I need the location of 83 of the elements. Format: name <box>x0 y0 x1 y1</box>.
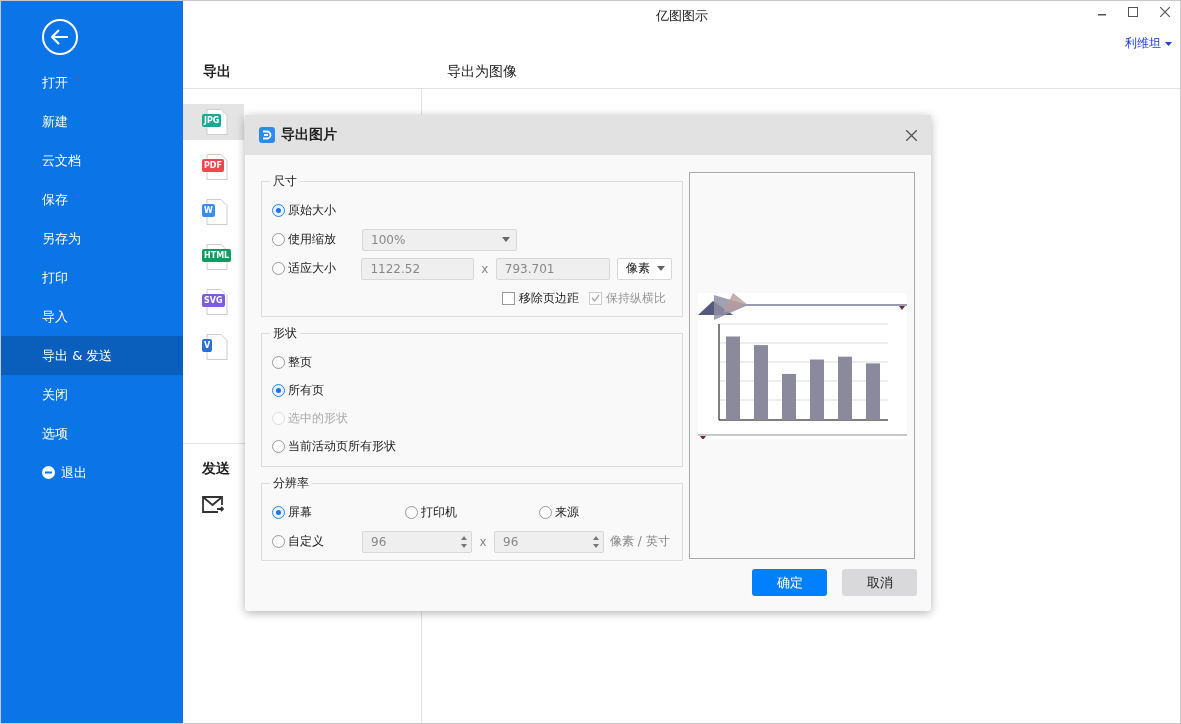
group-legend: 形状 <box>270 325 300 342</box>
radio-indicator[interactable] <box>272 506 285 519</box>
height-field[interactable]: 793.701 <box>495 257 611 280</box>
separator-text: x <box>480 261 490 276</box>
sidebar-item[interactable]: 关闭 <box>1 375 183 414</box>
radio-option[interactable]: 原始大小 <box>272 202 336 219</box>
group-legend: 尺寸 <box>270 173 300 190</box>
dpi-x-spinbox[interactable]: 96 <box>362 530 472 553</box>
format-item[interactable]: V <box>183 329 244 365</box>
dialog-title: 导出图片 <box>281 126 338 144</box>
radio-indicator[interactable] <box>272 439 285 453</box>
format-item[interactable]: PDF <box>183 149 244 185</box>
separator-text: x <box>478 534 488 549</box>
file-type-badge: SVG <box>202 294 225 307</box>
exit-icon <box>42 466 55 479</box>
radio-indicator[interactable] <box>405 506 419 519</box>
format-item[interactable]: HTML <box>183 239 244 275</box>
close-button[interactable] <box>1158 5 1172 19</box>
radio-indicator[interactable] <box>272 535 285 548</box>
width-field[interactable]: 1122.52 <box>361 257 474 280</box>
sidebar-item[interactable]: 打印 <box>1 258 183 297</box>
checkbox[interactable] <box>502 291 515 305</box>
caret-icon <box>657 266 665 271</box>
sidebar-item[interactable]: 导入 <box>1 297 183 336</box>
sidebar-item[interactable]: 退出 <box>1 453 183 492</box>
file-type-badge: JPG <box>202 114 222 127</box>
dpi-y-spinbox[interactable]: 96 <box>494 530 604 553</box>
sidebar-item[interactable]: 另存为 <box>1 219 183 258</box>
radio-indicator[interactable] <box>272 233 285 246</box>
radio-indicator[interactable] <box>272 262 285 275</box>
close-icon <box>906 129 917 141</box>
maximize-button[interactable] <box>1126 5 1140 19</box>
radio-option[interactable]: 来源 <box>538 504 672 521</box>
caret-icon <box>1165 41 1172 46</box>
confirm-button[interactable]: 确定 <box>752 569 827 596</box>
section-heading: 发送 <box>202 460 231 478</box>
sidebar-item[interactable]: 打开 <box>1 63 183 102</box>
radio-indicator[interactable] <box>538 506 552 519</box>
document-icon <box>206 334 230 360</box>
back-button[interactable] <box>42 19 78 55</box>
format-item[interactable]: W <box>183 194 244 230</box>
file-type-badge: HTML <box>202 249 232 262</box>
minimize-icon <box>1098 14 1106 16</box>
mail-send-icon[interactable] <box>202 496 224 514</box>
scale-dropdown[interactable]: 100% <box>362 228 517 251</box>
format-item[interactable]: SVG <box>183 284 244 320</box>
back-arrow-icon <box>51 29 69 45</box>
radio-indicator[interactable] <box>272 383 285 397</box>
sidebar-item[interactable]: 选项 <box>1 414 183 453</box>
radio-option[interactable]: 打印机 <box>405 504 539 521</box>
app-logo-icon <box>259 127 275 143</box>
radio-option[interactable]: 整页 <box>272 353 312 371</box>
unit-dropdown[interactable]: 像素 <box>617 257 672 280</box>
spinner-arrows-icon[interactable] <box>460 534 468 549</box>
file-type-badge: V <box>202 339 213 352</box>
window-title: 亿图图示 <box>655 7 708 25</box>
radio-option[interactable]: 所有页 <box>272 381 324 399</box>
spinner-arrows-icon[interactable] <box>592 534 600 549</box>
caret-icon <box>502 237 510 242</box>
user-menu[interactable]: 利维坦 <box>1125 35 1172 52</box>
radio-option[interactable]: 屏幕 <box>272 504 406 521</box>
group-legend: 分辨率 <box>270 475 312 492</box>
format-item[interactable]: JPG <box>183 104 244 140</box>
maximize-icon <box>1128 7 1138 17</box>
close-button[interactable] <box>906 129 917 141</box>
sidebar-item[interactable]: 云文档 <box>1 141 183 180</box>
radio-indicator[interactable] <box>272 204 285 217</box>
close-icon <box>1160 7 1170 17</box>
radio-option[interactable]: 自定义 <box>272 533 362 550</box>
radio-option[interactable]: 适应大小 <box>272 260 362 277</box>
section-heading: 导出 <box>203 63 231 81</box>
sidebar-item[interactable]: 新建 <box>1 102 183 141</box>
file-type-badge: PDF <box>202 159 224 172</box>
panel-heading: 导出为图像 <box>447 63 517 81</box>
radio-option[interactable]: 当前活动页所有形状 <box>272 437 396 455</box>
unit-label: 像素 / 英寸 <box>610 533 670 550</box>
radio-option[interactable]: 使用缩放 <box>272 231 362 248</box>
sidebar-item[interactable]: 保存 <box>1 180 183 219</box>
file-type-badge: W <box>202 204 215 217</box>
checkbox-option[interactable]: 移除页边距 <box>502 289 579 307</box>
radio-indicator[interactable] <box>272 355 285 369</box>
sidebar-item[interactable]: 导出 & 发送 <box>1 336 183 375</box>
cancel-button[interactable]: 取消 <box>842 569 917 596</box>
